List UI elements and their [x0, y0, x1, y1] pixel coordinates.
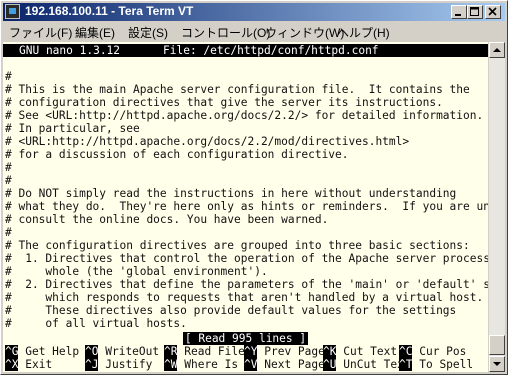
shortcut-key: ^O [85, 345, 99, 358]
status-line: [ Read 995 lines ] [3, 332, 488, 345]
close-button[interactable] [485, 5, 501, 19]
text-line: # which responds to requests that aren't… [5, 291, 484, 304]
shortcut-justify: ^J Justify [85, 358, 152, 371]
text-line: # [5, 161, 12, 174]
text-line: # for a discussion of each configuration… [5, 148, 349, 161]
text-line: # These directives also provide default … [5, 304, 457, 317]
nano-title-bar: GNU nano 1.3.12 File: /etc/httpd/conf/ht… [3, 44, 488, 57]
shortcut-cur-pos: ^C Cur Pos [399, 345, 466, 358]
shortcut-next-page: ^V Next Page [244, 358, 325, 371]
shortcut-key: ^J [85, 358, 99, 371]
maximize-icon [470, 7, 479, 16]
text-line: # 1. Directives that control the operati… [5, 252, 488, 265]
shortcut-key: ^X [5, 358, 19, 371]
text-line: # See <URL:http://httpd.apache.org/docs/… [5, 109, 484, 122]
teraterm-app-icon[interactable] [5, 4, 20, 19]
shortcut-prev-page: ^Y Prev Page [244, 345, 325, 358]
shortcut-key: ^W [164, 358, 178, 371]
text-line: # configuration directives that give the… [5, 96, 443, 109]
shortcut-read-file: ^R Read File [164, 345, 245, 358]
menu-bar: ファイル(F) 編集(E) 設定(S) コントロール(O) ウィンドウ(W) ヘ… [3, 22, 505, 41]
shortcut-to-spell: ^T To Spell [399, 358, 473, 371]
shortcut-key: ^U [323, 358, 337, 371]
scroll-down-button[interactable] [489, 356, 505, 372]
nano-version: GNU nano 1.3.12 [19, 44, 121, 57]
arrow-down-icon [493, 362, 501, 366]
text-line: # whole (the 'global environment'). [5, 265, 268, 278]
shortcut-cut-text: ^K Cut Text [323, 345, 397, 358]
vertical-scrollbar[interactable] [489, 42, 505, 372]
close-icon [488, 7, 497, 16]
text-line: # [5, 70, 12, 83]
menu-control[interactable]: コントロール(O) [181, 24, 270, 41]
shortcut-label: WriteOut [105, 345, 160, 358]
window-title: 192.168.100.11 - Tera Term VT [25, 4, 194, 18]
shortcut-writeout: ^O WriteOut [85, 345, 159, 358]
shortcut-label: Exit [25, 358, 53, 371]
menu-window[interactable]: ウィンドウ(W) [265, 24, 344, 41]
menu-setup[interactable]: 設定(S) [128, 24, 168, 41]
terminal-area[interactable]: GNU nano 1.3.12 File: /etc/httpd/conf/ht… [3, 42, 488, 372]
shortcut-label: Where Is [184, 358, 239, 371]
text-line: # <URL:http://httpd.apache.org/docs/2.2/… [5, 135, 410, 148]
shortcut-get-help: ^G Get Help [5, 345, 79, 358]
text-line: # In particular, see [5, 122, 140, 135]
text-line: # 2. Directives that define the paramete… [5, 278, 488, 291]
status-message: [ Read 995 lines ] [182, 332, 309, 345]
shortcut-uncut-text: ^U UnCut Text [323, 358, 411, 371]
shortcut-label: Prev Page [264, 345, 325, 358]
terminal-window: 192.168.100.11 - Tera Term VT ファイル(F) 編集… [0, 0, 508, 375]
text-line: # [5, 174, 12, 187]
maximize-button[interactable] [467, 5, 483, 19]
nano-filename: File: /etc/httpd/conf/httpd.conf [163, 44, 379, 57]
shortcut-label: Read File [184, 345, 245, 358]
scroll-thumb[interactable] [489, 335, 505, 355]
arrow-up-icon [493, 48, 501, 52]
shortcut-key: ^T [399, 358, 413, 371]
shortcut-label: Justify [105, 358, 153, 371]
text-line: # what they do. They're here only as hin… [5, 200, 488, 213]
shortcut-key: ^K [323, 345, 337, 358]
shortcut-label: Cut Text [343, 345, 398, 358]
text-line: # The configuration directives are group… [5, 239, 470, 252]
shortcut-key: ^C [399, 345, 413, 358]
shortcut-key: ^Y [244, 345, 258, 358]
menu-help[interactable]: ヘルプ(H) [337, 24, 390, 41]
shortcut-where-is: ^W Where Is [164, 358, 238, 371]
menu-file[interactable]: ファイル(F) [9, 24, 72, 41]
shortcut-label: To Spell [419, 358, 474, 371]
shortcut-label: Next Page [264, 358, 325, 371]
text-line: # Do NOT simply read the instructions in… [5, 187, 457, 200]
shortcut-label: Get Help [25, 345, 80, 358]
text-line: # [5, 226, 12, 239]
text-line: # This is the main Apache server configu… [5, 83, 470, 96]
text-line: # of all virtual hosts. [5, 317, 187, 330]
shortcut-key: ^G [5, 345, 19, 358]
scroll-up-button[interactable] [489, 42, 505, 58]
menu-edit[interactable]: 編集(E) [75, 24, 115, 41]
shortcut-key: ^R [164, 345, 178, 358]
title-bar[interactable]: 192.168.100.11 - Tera Term VT [3, 3, 505, 21]
text-line: # consult the online docs. You have been… [5, 213, 329, 226]
minimize-icon [455, 14, 461, 16]
shortcut-key: ^V [244, 358, 258, 371]
shortcut-exit: ^X Exit [5, 358, 52, 371]
shortcut-label: Cur Pos [419, 345, 467, 358]
minimize-button[interactable] [451, 5, 467, 19]
